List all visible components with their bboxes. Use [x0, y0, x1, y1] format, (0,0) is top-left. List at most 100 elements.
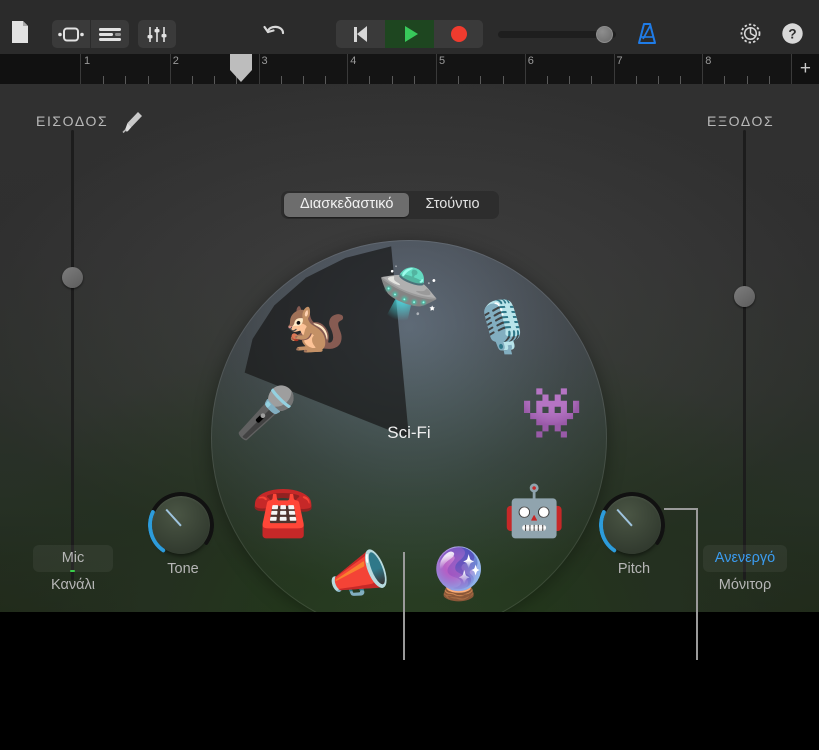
pitch-cable-bottom [696, 612, 698, 660]
mixer-button[interactable] [138, 20, 176, 48]
effect-megaphone[interactable]: 📣 [320, 535, 398, 613]
ruler-tick [281, 76, 282, 84]
settings-button[interactable] [738, 21, 763, 46]
input-fader-track [71, 130, 74, 580]
mode-option-fun[interactable]: Διασκεδαστικό [284, 193, 409, 217]
effect-selector-wheel[interactable]: Sci-Fi 🛸🎙️👾🤖🔮📣☎️🎤🐿️ [211, 240, 607, 636]
channel-value-button[interactable]: Mic [33, 545, 113, 572]
ruler-tick [480, 76, 481, 84]
document-icon [10, 20, 30, 44]
ruler-tick [369, 76, 370, 84]
monitor-caption: Μόνιτορ [703, 577, 787, 593]
ruler-tick [214, 76, 215, 84]
ruler-bar-label: 1 [81, 55, 90, 67]
output-fader-track [743, 130, 746, 580]
output-fader-knob[interactable] [734, 286, 755, 307]
tracks-icon [98, 27, 122, 42]
ruler-tick [680, 76, 681, 84]
loop-region-icon [58, 27, 84, 42]
effect-robot[interactable]: 🤖 [496, 472, 574, 550]
output-label: ΕΞΟΔΟΣ [707, 113, 774, 129]
volume-knob[interactable] [596, 26, 613, 43]
ruler-bars[interactable]: 1 2 3 4 5 6 7 8 [80, 54, 792, 84]
instrument-stage: ΕΙΣΟΔΟΣ ΕΞΟΔΟΣ Διασκεδαστικό Στούντιο [0, 84, 819, 612]
transport-controls [336, 20, 483, 48]
top-toolbar: ? [0, 0, 819, 55]
cable-plug-icon [122, 110, 144, 139]
ruler-tick [747, 76, 748, 84]
ruler-tick [103, 76, 104, 84]
effect-ufo[interactable]: 🛸 [370, 254, 448, 332]
ruler-tick [192, 76, 193, 84]
effect-microphone[interactable]: 🎙️ [463, 288, 541, 366]
input-fader-knob[interactable] [62, 267, 83, 288]
ruler-tick [148, 76, 149, 84]
ruler-tick [458, 76, 459, 84]
undo-icon [262, 21, 288, 43]
ruler-bar-label: 6 [525, 55, 534, 67]
gear-icon [738, 21, 763, 46]
ruler-tick [325, 76, 326, 84]
undo-button[interactable] [262, 21, 288, 43]
ruler-tick [769, 76, 770, 84]
effect-goldmic[interactable]: 🎤 [227, 374, 305, 452]
pitch-label: Pitch [603, 561, 665, 577]
mixer-icon [146, 26, 168, 43]
wheel-cable-bottom [403, 612, 405, 660]
ruler-tick [503, 76, 504, 84]
output-level-fader[interactable] [734, 130, 754, 580]
garageband-window: ? 12345678 + ΕΙΣΟΔΟΣ ΕΞΟΔΟΣ [0, 0, 819, 750]
rewind-button[interactable] [336, 20, 385, 48]
pitch-knob-control[interactable]: Pitch [603, 496, 665, 577]
ruler-bar-label: 3 [259, 55, 268, 67]
effect-monster[interactable]: 👾 [513, 374, 591, 452]
ruler-tick [658, 76, 659, 84]
ruler-tick [125, 76, 126, 84]
effect-chipmunk[interactable]: 🐿️ [277, 288, 355, 366]
bottom-area [0, 612, 819, 750]
document-button[interactable] [10, 20, 30, 44]
channel-caption: Κανάλι [33, 577, 113, 593]
tone-knob[interactable] [152, 496, 210, 554]
pitch-knob[interactable] [603, 496, 661, 554]
record-icon [451, 26, 467, 42]
ruler-tick [392, 76, 393, 84]
metronome-button[interactable] [634, 20, 660, 46]
play-icon [405, 26, 418, 42]
ruler-bar-label: 8 [702, 55, 711, 67]
play-button[interactable] [385, 20, 434, 48]
svg-text:?: ? [788, 27, 796, 42]
ruler-bar-label: 2 [170, 55, 179, 67]
playhead[interactable] [230, 54, 252, 82]
tone-label: Tone [152, 561, 214, 577]
add-track-button[interactable]: + [800, 60, 811, 78]
master-volume-slider[interactable] [498, 26, 616, 42]
ruler-bar-label: 5 [436, 55, 445, 67]
ruler-tick [591, 76, 592, 84]
ruler-tick [236, 76, 237, 84]
ruler-bar-label: 4 [347, 55, 356, 67]
input-level-fader[interactable] [62, 130, 82, 580]
ruler-tick [303, 76, 304, 84]
record-button[interactable] [434, 20, 483, 48]
mode-option-studio[interactable]: Στούντιο [409, 193, 495, 217]
monitor-value-button[interactable]: Ανενεργό [703, 545, 787, 572]
ruler-tick [547, 76, 548, 84]
effect-telephone[interactable]: ☎️ [244, 472, 322, 550]
timeline-ruler[interactable]: 1 2 3 4 5 6 7 8 + [0, 54, 819, 84]
rewind-icon [354, 26, 367, 42]
help-button[interactable]: ? [781, 22, 804, 45]
question-mark-icon: ? [781, 22, 804, 45]
ruler-tick [414, 76, 415, 84]
view-toggle-group [52, 20, 129, 48]
tone-knob-control[interactable]: Tone [152, 496, 214, 577]
ruler-tick [724, 76, 725, 84]
effect-bubbles[interactable]: 🔮 [420, 535, 498, 613]
pitch-cable-horizontal [664, 508, 698, 510]
mode-segmented-control: Διασκεδαστικό Στούντιο [281, 191, 499, 219]
ruler-bar-label: 7 [614, 55, 623, 67]
ruler-tick [636, 76, 637, 84]
tracks-button[interactable] [90, 20, 129, 48]
ruler-tick [569, 76, 570, 84]
loop-region-button[interactable] [52, 20, 90, 48]
